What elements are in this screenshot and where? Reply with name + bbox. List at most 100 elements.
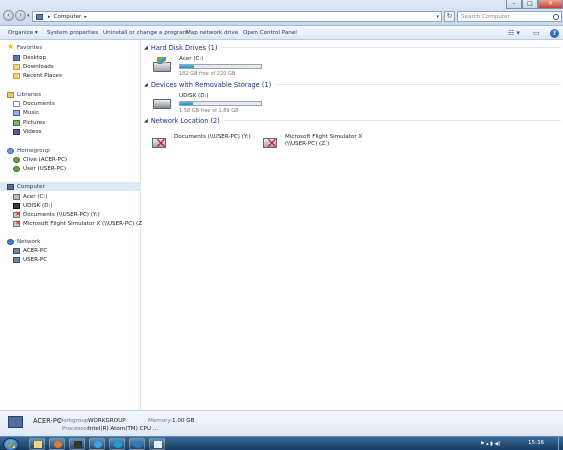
disconnected-drive-icon (13, 219, 21, 227)
drive-name: Acer (C:) (179, 56, 204, 62)
browser-icon (94, 441, 102, 448)
breadcrumb-arrow-icon[interactable]: ▸ (48, 14, 51, 20)
show-desktop-button[interactable] (558, 437, 563, 450)
preview-pane-icon[interactable]: ▭ (533, 29, 540, 37)
search-placeholder: Search Computer (461, 13, 510, 20)
nav-clive[interactable]: Clive (ACER-PC) (0, 155, 141, 164)
search-input[interactable]: Search Computer (457, 11, 562, 22)
system-drive-icon (153, 57, 171, 72)
nav-music[interactable]: Music (0, 108, 141, 117)
open-control-panel-button[interactable]: Open Control Panel (243, 30, 297, 36)
organize-menu[interactable]: Organize ▾ (8, 30, 38, 36)
taskbar-app-game-button[interactable] (69, 438, 85, 450)
nav-label: Clive (ACER-PC) (23, 156, 68, 163)
group-title: Devices with Removable Storage (1) (150, 80, 272, 89)
workgroup-label: Workgroup: (58, 418, 91, 424)
breadcrumb-arrow-icon[interactable]: ▸ (84, 14, 87, 20)
nav-label: User (USER-PC) (23, 165, 67, 172)
collapse-arrow-icon[interactable]: ◢ (144, 118, 148, 124)
recent-pages-dropdown[interactable]: ▾ (27, 13, 30, 19)
group-title: Hard Disk Drives (1) (150, 43, 218, 52)
help-icon[interactable]: ? (550, 29, 559, 38)
nav-user[interactable]: User (USER-PC) (0, 164, 141, 173)
group-divider (223, 120, 561, 121)
nav-documents[interactable]: Documents (0, 99, 141, 108)
libraries-icon (7, 91, 14, 98)
drive-acer-c[interactable]: Acer (C:) 182 GB free of 220 GB (148, 56, 298, 82)
nav-favorites[interactable]: ★ Favorites (0, 43, 141, 52)
nav-label: Downloads (23, 63, 54, 70)
refresh-button[interactable]: ↻ (444, 11, 455, 22)
nav-label: Videos (23, 128, 42, 135)
taskbar-app-network-button[interactable] (129, 438, 145, 450)
network-computer-icon (13, 247, 20, 254)
disconnected-drive-icon (263, 137, 278, 151)
nav-udisk[interactable]: UDISK (D:) (0, 201, 141, 210)
nav-documents-y[interactable]: Documents (\\USER-PC) (Y:) (0, 210, 141, 219)
nav-label: Recent Places (23, 72, 62, 79)
network-computer-icon (13, 256, 20, 263)
close-button[interactable]: ✕ (538, 0, 563, 9)
network-location-line1: Documents (\\USER-PC) (Y:) (174, 134, 251, 140)
taskbar-app-skype-button[interactable] (109, 438, 125, 450)
nav-acer-pc[interactable]: ACER-PC (0, 246, 141, 255)
drive-usage-bar (179, 64, 262, 69)
taskbar-app-media-button[interactable] (49, 438, 65, 450)
skype-icon (114, 441, 122, 448)
nav-user-pc[interactable]: USER-PC (0, 255, 141, 264)
processor-value: Intel(R) Atom(TM) CPU ... (88, 426, 159, 432)
nav-recent-places[interactable]: Recent Places (0, 71, 141, 80)
change-view-icon[interactable]: ☷ ▾ (508, 29, 520, 37)
nav-libraries[interactable]: Libraries (0, 90, 141, 99)
nav-label: Acer (C:) (23, 193, 48, 200)
nav-videos[interactable]: Videos (0, 127, 141, 136)
game-icon (74, 441, 82, 448)
memory-value: 1.00 GB (172, 418, 195, 424)
breadcrumb-computer[interactable]: Computer (54, 14, 82, 20)
group-title: Network Location (2) (150, 116, 220, 125)
system-tray-icons[interactable]: ⚑ ▴ ▮ ◀) (480, 441, 500, 447)
nav-computer[interactable]: Computer (0, 182, 141, 191)
nav-network[interactable]: Network (0, 237, 141, 246)
map-network-drive-button[interactable]: Map network drive (186, 30, 238, 36)
address-dropdown-icon[interactable]: ▾ (436, 14, 439, 20)
forward-button[interactable]: › (15, 10, 26, 21)
group-removable-storage[interactable]: ◢ Devices with Removable Storage (1) (144, 80, 561, 89)
nav-flight-sim-z[interactable]: Microsoft Flight Simulator X (\\USER-PC)… (0, 219, 146, 228)
minimize-button[interactable]: – (506, 0, 522, 9)
group-network-location[interactable]: ◢ Network Location (2) (144, 116, 561, 125)
computer-icon (36, 13, 43, 20)
content-pane: ◢ Hard Disk Drives (1) Acer (C:) 182 GB … (142, 40, 563, 410)
network-location-flight-sim[interactable]: Microsoft Flight Simulator X (\\USER-PC)… (257, 132, 407, 156)
network-location-name: Documents (\\USER-PC) (Y:) (174, 134, 251, 141)
globe-icon (134, 441, 142, 448)
network-location-line1: Microsoft Flight Simulator X (285, 134, 363, 140)
nav-label: Libraries (17, 91, 42, 98)
nav-label: UDISK (D:) (23, 202, 53, 209)
nav-desktop[interactable]: Desktop (0, 53, 141, 62)
group-hard-disk-drives[interactable]: ◢ Hard Disk Drives (1) (144, 43, 561, 52)
start-button[interactable] (3, 438, 19, 450)
nav-acer-c[interactable]: Acer (C:) (0, 192, 141, 201)
address-bar[interactable]: ▸ Computer ▸ ▾ (32, 11, 442, 22)
nav-label: USER-PC (23, 256, 48, 263)
taskbar-app-explorer-button[interactable] (29, 438, 45, 450)
nav-pictures[interactable]: Pictures (0, 118, 141, 127)
nav-homegroup[interactable]: Homegroup (0, 146, 141, 155)
nav-downloads[interactable]: Downloads (0, 62, 141, 71)
back-button[interactable]: ‹ (3, 10, 14, 21)
collapse-arrow-icon[interactable]: ◢ (144, 45, 148, 51)
maximize-button[interactable]: □ (522, 0, 538, 9)
clock[interactable]: 15:36 (528, 440, 544, 446)
processor-label: Processor: (62, 426, 91, 432)
uninstall-program-button[interactable]: Uninstall or change a program (103, 30, 188, 36)
search-icon[interactable] (553, 13, 559, 20)
star-icon: ★ (7, 42, 15, 51)
taskbar-app-explorer2-button[interactable] (149, 438, 165, 450)
user-icon (13, 165, 20, 172)
collapse-arrow-icon[interactable]: ◢ (144, 82, 148, 88)
taskbar-app-browser-button[interactable] (89, 438, 105, 450)
navigation-pane: ★ Favorites Desktop Downloads Recent Pla… (0, 40, 146, 410)
user-icon (13, 156, 20, 163)
system-properties-button[interactable]: System properties (47, 30, 98, 36)
